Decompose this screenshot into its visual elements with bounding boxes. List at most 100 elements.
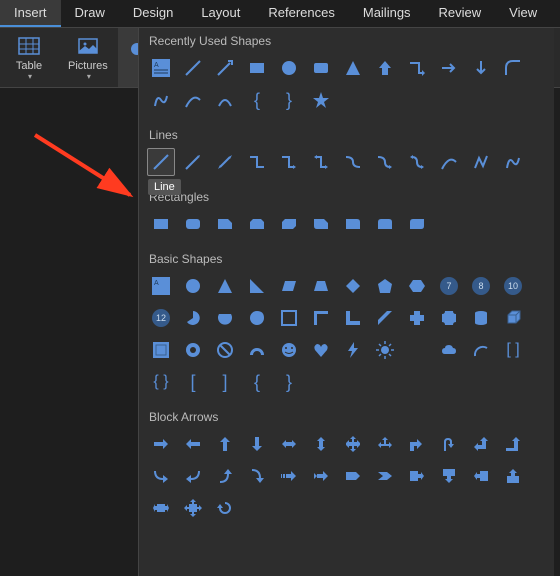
shape-arrow-up[interactable] (371, 54, 399, 82)
tab-draw[interactable]: Draw (61, 0, 119, 27)
tab-mailings[interactable]: Mailings (349, 0, 425, 27)
shape-scribble-2[interactable] (499, 148, 527, 176)
shape-octagon-badge[interactable]: 8 (467, 272, 495, 300)
arrow-down-callout[interactable] (435, 462, 463, 490)
shape-arc-2[interactable] (467, 336, 495, 364)
tab-review[interactable]: Review (425, 0, 496, 27)
shape-text-box[interactable]: A (147, 54, 175, 82)
arrow-chevron[interactable] (371, 462, 399, 490)
shape-parallelogram[interactable] (275, 272, 303, 300)
arrow-left-callout[interactable] (467, 462, 495, 490)
arrow-curved-down[interactable] (243, 462, 271, 490)
shape-cloud[interactable] (435, 336, 463, 364)
shape-snip-same[interactable] (243, 210, 271, 238)
arrow-quad-callout[interactable] (179, 494, 207, 522)
shape-curved-arrow[interactable] (371, 148, 399, 176)
arrow-up-down[interactable] (307, 430, 335, 458)
shape-line-double-arrow[interactable] (211, 148, 239, 176)
pictures-button[interactable]: Pictures▾ (58, 28, 118, 87)
shape-round-same[interactable] (371, 210, 399, 238)
shape-rectangle[interactable] (243, 54, 271, 82)
shape-line-arrow-2[interactable] (179, 148, 207, 176)
arrow-left-right[interactable] (275, 430, 303, 458)
shape-curved-conn[interactable] (339, 148, 367, 176)
shape-right-bracket[interactable]: ] (211, 368, 239, 396)
arrow-bent[interactable] (403, 430, 431, 458)
shape-arrow-right[interactable] (435, 54, 463, 82)
shape-smiley[interactable] (275, 336, 303, 364)
shape-line[interactable] (179, 54, 207, 82)
shape-arrow-down[interactable] (467, 54, 495, 82)
shape-round-single[interactable] (339, 210, 367, 238)
shape-connector-elbow[interactable] (403, 54, 431, 82)
arrow-left-right-up[interactable] (371, 430, 399, 458)
shape-arc[interactable] (211, 86, 239, 114)
shape-freeform[interactable] (467, 148, 495, 176)
shape-left-bracket[interactable]: [ (179, 368, 207, 396)
shape-block-arc[interactable] (243, 336, 271, 364)
arrow-quad[interactable] (339, 430, 367, 458)
shape-pie[interactable] (179, 304, 207, 332)
tab-design[interactable]: Design (119, 0, 187, 27)
arrow-circular[interactable] (211, 494, 239, 522)
shape-pentagon[interactable] (371, 272, 399, 300)
shape-curve-2[interactable] (435, 148, 463, 176)
shape-dodecagon-badge[interactable]: 12 (147, 304, 175, 332)
arrow-down-block[interactable] (243, 430, 271, 458)
arrow-curved-up[interactable] (211, 462, 239, 490)
shape-double-brace[interactable]: { } (147, 368, 175, 396)
arrow-right-callout[interactable] (403, 462, 431, 490)
shape-bevel[interactable] (147, 336, 175, 364)
shape-star[interactable] (307, 86, 335, 114)
shape-cube[interactable] (499, 304, 527, 332)
tab-insert[interactable]: Insert (0, 0, 61, 27)
shape-sun[interactable] (371, 336, 399, 364)
arrow-left[interactable] (179, 430, 207, 458)
shape-right-brace[interactable]: } (275, 86, 303, 114)
arrow-bent-up[interactable] (499, 430, 527, 458)
tab-references[interactable]: References (254, 0, 348, 27)
shape-left-brace-2[interactable]: { (243, 368, 271, 396)
shape-arc-corner[interactable] (499, 54, 527, 82)
arrow-striped-right[interactable] (275, 462, 303, 490)
shape-diag-stripe[interactable] (371, 304, 399, 332)
arrow-curved-left[interactable] (179, 462, 207, 490)
shape-decagon-badge[interactable]: 10 (499, 272, 527, 300)
shape-oval[interactable] (275, 54, 303, 82)
tab-view[interactable]: View (495, 0, 551, 27)
shape-chord[interactable] (211, 304, 239, 332)
shape-l-shape[interactable] (339, 304, 367, 332)
arrow-uturn[interactable] (435, 430, 463, 458)
shape-elbow[interactable] (243, 148, 271, 176)
shape-heptagon-badge[interactable]: 7 (435, 272, 463, 300)
shape-rect[interactable] (147, 210, 175, 238)
shape-moon[interactable] (403, 336, 431, 364)
arrow-notched-right[interactable] (307, 462, 335, 490)
arrow-curved-right[interactable] (147, 462, 175, 490)
arrow-up-block[interactable] (211, 430, 239, 458)
shape-lightning[interactable] (339, 336, 367, 364)
shape-right-triangle[interactable] (243, 272, 271, 300)
arrow-left-up[interactable] (467, 430, 495, 458)
shape-double-bracket[interactable]: [ ] (499, 336, 527, 364)
shape-hexagon[interactable] (403, 272, 431, 300)
shape-text-box-2[interactable]: A (147, 272, 175, 300)
shape-no-symbol[interactable] (211, 336, 239, 364)
shape-curve[interactable] (179, 86, 207, 114)
arrow-pentagon[interactable] (339, 462, 367, 490)
arrow-lr-callout[interactable] (147, 494, 175, 522)
shape-scribble[interactable] (147, 86, 175, 114)
shape-elbow-double[interactable] (307, 148, 335, 176)
arrow-up-callout[interactable] (499, 462, 527, 490)
shape-diamond[interactable] (339, 272, 367, 300)
shape-elbow-arrow[interactable] (275, 148, 303, 176)
tab-layout[interactable]: Layout (187, 0, 254, 27)
shape-heart[interactable] (307, 336, 335, 364)
shape-snip-round[interactable] (307, 210, 335, 238)
shape-rounded-rect[interactable] (307, 54, 335, 82)
shape-line-selected[interactable]: Line (147, 148, 175, 176)
shape-half-frame[interactable] (307, 304, 335, 332)
shape-round-diag[interactable] (403, 210, 431, 238)
shape-rounded-rect-2[interactable] (179, 210, 207, 238)
shape-teardrop[interactable] (243, 304, 271, 332)
